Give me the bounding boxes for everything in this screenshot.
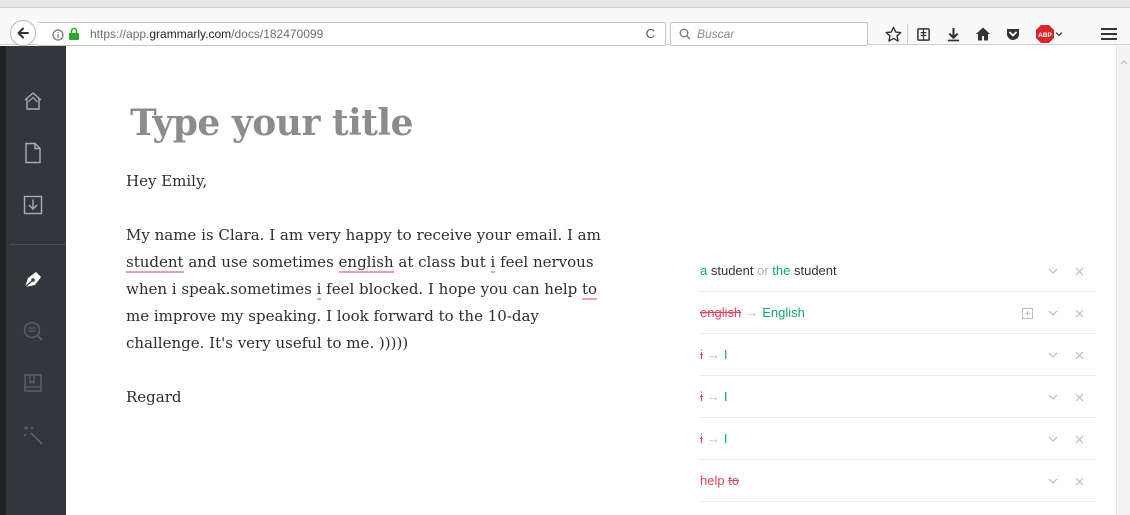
suggestion-text: i → I xyxy=(700,347,728,362)
suggestion-wrong: i xyxy=(700,431,703,446)
flagged-word[interactable]: to xyxy=(582,280,598,300)
download-icon[interactable] xyxy=(22,194,44,216)
reload-icon[interactable]: C xyxy=(646,26,655,41)
suggestion-card[interactable]: i → I xyxy=(700,334,1096,376)
bookmark-star-icon[interactable] xyxy=(884,24,902,44)
search-bar[interactable]: Buscar xyxy=(670,22,868,46)
suggestion-word: student xyxy=(707,263,754,278)
dismiss-icon[interactable] xyxy=(1072,306,1086,320)
arrow-icon: → xyxy=(706,431,720,446)
suggestion-card[interactable]: english → English xyxy=(700,292,1096,334)
flagged-word[interactable]: english xyxy=(338,253,394,273)
home-button-icon[interactable] xyxy=(974,24,992,44)
suggestion-card[interactable]: i → I xyxy=(700,418,1096,460)
dismiss-icon[interactable] xyxy=(1072,432,1086,446)
pocket-icon[interactable] xyxy=(1004,24,1022,44)
document-title-input[interactable]: Type your title xyxy=(130,102,413,144)
magic-wand-icon[interactable] xyxy=(22,424,44,446)
suggestion-text: help to xyxy=(700,473,739,488)
suggestion-keep: help xyxy=(700,473,729,488)
back-arrow-icon xyxy=(17,27,29,39)
body-text: feel nervous xyxy=(495,253,594,271)
sidebar-divider xyxy=(10,244,66,245)
arrow-icon: → xyxy=(706,347,720,362)
inspect-icon[interactable] xyxy=(22,320,44,342)
svg-text:ABP: ABP xyxy=(1038,32,1052,39)
body-text: when i speak.sometimes xyxy=(126,280,317,298)
suggestion-text: i → I xyxy=(700,389,728,404)
body-text: at class but xyxy=(393,253,491,271)
document-body[interactable]: Hey Emily, My name is Clara. I am very h… xyxy=(126,168,646,411)
suggestion-wrong: english xyxy=(700,305,742,320)
suggestion-text: english → English xyxy=(700,305,805,320)
pen-icon[interactable] xyxy=(22,268,44,290)
suggestion-right: English xyxy=(762,305,805,320)
suggestion-card[interactable]: a student or the student xyxy=(700,250,1096,292)
lock-icon[interactable] xyxy=(68,27,80,46)
sidebar xyxy=(0,46,66,515)
greeting-line: Hey Emily, xyxy=(126,172,208,190)
arrow-icon: → xyxy=(706,389,720,404)
toolbar-separator xyxy=(907,24,908,44)
suggestions-panel: a student or the student english → English… xyxy=(700,250,1096,502)
add-to-dictionary-icon[interactable] xyxy=(1020,306,1034,320)
expand-chevron-icon[interactable] xyxy=(1046,306,1060,320)
suggestion-right: I xyxy=(723,347,728,362)
suggestion-or: or xyxy=(753,263,773,278)
dismiss-icon[interactable] xyxy=(1072,390,1086,404)
reading-list-icon[interactable] xyxy=(914,24,932,44)
suggestion-right: I xyxy=(723,389,728,404)
body-line-4: me improve my speaking. I look forward t… xyxy=(126,307,539,325)
dismiss-icon[interactable] xyxy=(1072,264,1086,278)
body-text: feel blocked. I hope you can help xyxy=(321,280,583,298)
expand-chevron-icon[interactable] xyxy=(1046,474,1060,488)
book-icon[interactable] xyxy=(22,372,44,394)
downloads-icon[interactable] xyxy=(944,24,962,44)
dismiss-icon[interactable] xyxy=(1072,348,1086,362)
expand-chevron-icon[interactable] xyxy=(1046,348,1060,362)
sidebar-edge xyxy=(0,46,6,515)
expand-chevron-icon[interactable] xyxy=(1046,432,1060,446)
body-line-2: student and use sometimes english at cla… xyxy=(126,249,646,276)
new-document-icon[interactable] xyxy=(22,142,44,164)
info-icon[interactable] xyxy=(52,28,64,46)
dismiss-icon[interactable] xyxy=(1072,474,1086,488)
arrow-icon: → xyxy=(745,305,759,320)
url-scheme: https://app. xyxy=(90,27,150,41)
scrollbar[interactable] xyxy=(1116,46,1130,515)
suggestion-right: I xyxy=(723,431,728,446)
suggestion-word: student xyxy=(790,263,837,278)
suggestion-option: the xyxy=(772,263,791,278)
back-button[interactable] xyxy=(10,20,36,46)
url-path: /docs/182470099 xyxy=(231,27,324,41)
scroll-up-icon[interactable] xyxy=(1120,52,1128,70)
url-text[interactable]: https://app.grammarly.com/docs/182470099 xyxy=(90,27,323,41)
closing-line: Regard xyxy=(126,388,182,406)
adblock-plus-icon[interactable]: ABP xyxy=(1034,24,1064,44)
body-line-5: challenge. It's very useful to me. ))))) xyxy=(126,334,409,352)
body-line-3: when i speak.sometimes i feel blocked. I… xyxy=(126,276,646,303)
search-placeholder: Buscar xyxy=(697,27,735,41)
search-icon xyxy=(679,27,691,45)
suggestion-wrong: to xyxy=(728,473,740,488)
menu-icon[interactable] xyxy=(1100,24,1118,44)
suggestion-text: a student or the student xyxy=(700,263,837,278)
browser-toolbar: https://app.grammarly.com/docs/182470099… xyxy=(0,8,1130,46)
suggestion-card[interactable]: help to xyxy=(700,460,1096,502)
expand-chevron-icon[interactable] xyxy=(1046,264,1060,278)
suggestion-text: i → I xyxy=(700,431,728,446)
expand-chevron-icon[interactable] xyxy=(1046,390,1060,404)
body-line-1: My name is Clara. I am very happy to rec… xyxy=(126,226,601,244)
editor-area: Type your title Hey Emily, My name is Cl… xyxy=(66,46,1116,515)
url-host: grammarly.com xyxy=(149,27,232,41)
chevron-down-icon xyxy=(1055,32,1063,37)
url-bar[interactable]: https://app.grammarly.com/docs/182470099… xyxy=(38,22,666,46)
flagged-word[interactable]: student xyxy=(126,253,184,273)
suggestion-wrong: i xyxy=(700,389,703,404)
body-text: and use sometimes xyxy=(183,253,339,271)
suggestion-wrong: i xyxy=(700,347,703,362)
tab-strip xyxy=(0,0,1130,8)
suggestion-card[interactable]: i → I xyxy=(700,376,1096,418)
home-icon[interactable] xyxy=(22,90,44,112)
